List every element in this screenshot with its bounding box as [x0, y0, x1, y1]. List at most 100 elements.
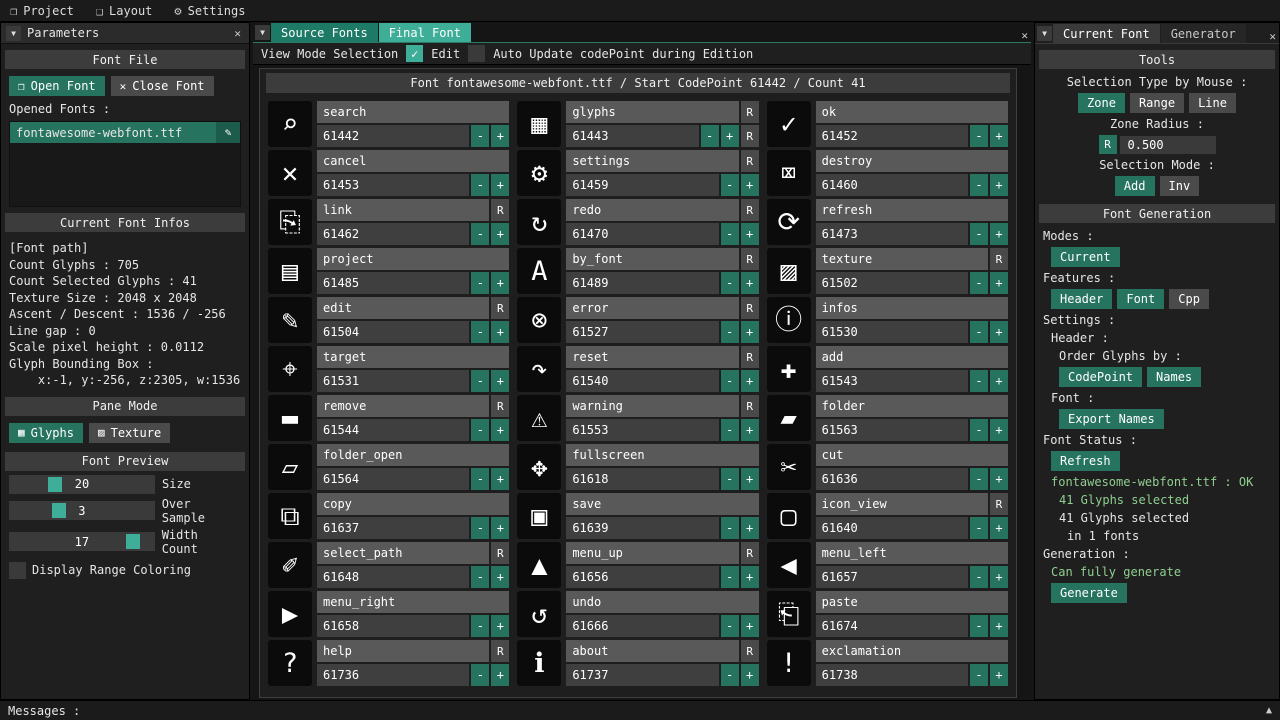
by_font-icon[interactable]: A	[517, 248, 561, 294]
reset-name-button[interactable]: R	[491, 395, 509, 417]
glyph-name-input[interactable]: refresh	[816, 199, 1008, 221]
menu-item-project[interactable]: ❐Project	[10, 4, 74, 18]
reset-name-button[interactable]: R	[491, 640, 509, 662]
reset-codepoint-button[interactable]: R	[741, 125, 759, 147]
glyphs-icon[interactable]: ▦	[517, 101, 561, 147]
decrement-button[interactable]: -	[721, 566, 739, 588]
increment-button[interactable]: +	[491, 615, 509, 637]
glyph-name-input[interactable]: folder	[816, 395, 1008, 417]
close-font-button[interactable]: ✕ Close Font	[111, 76, 214, 96]
decrement-button[interactable]: -	[471, 566, 489, 588]
decrement-button[interactable]: -	[471, 517, 489, 539]
increment-button[interactable]: +	[741, 419, 759, 441]
glyph-name-input[interactable]: search	[317, 101, 509, 123]
glyph-name-input[interactable]: redo	[566, 199, 738, 221]
glyph-name-input[interactable]: infos	[816, 297, 1008, 319]
cut-icon[interactable]: ✂	[767, 444, 811, 490]
glyph-name-input[interactable]: copy	[317, 493, 509, 515]
glyph-codepoint-input[interactable]: 61737	[566, 664, 718, 686]
reset-name-button[interactable]: R	[741, 101, 759, 123]
glyph-codepoint-input[interactable]: 61502	[816, 272, 968, 294]
glyph-codepoint-input[interactable]: 61460	[816, 174, 968, 196]
glyph-codepoint-input[interactable]: 61504	[317, 321, 469, 343]
reset-name-button[interactable]: R	[741, 199, 759, 221]
glyph-name-input[interactable]: icon_view	[816, 493, 988, 515]
increment-button[interactable]: +	[990, 664, 1008, 686]
decrement-button[interactable]: -	[471, 468, 489, 490]
add-button[interactable]: Add	[1115, 176, 1155, 196]
glyph-name-input[interactable]: undo	[566, 591, 758, 613]
glyph-name-input[interactable]: fullscreen	[566, 444, 758, 466]
paste-icon[interactable]: ⎗	[767, 591, 811, 637]
glyph-codepoint-input[interactable]: 61648	[317, 566, 469, 588]
glyph-codepoint-input[interactable]: 61489	[566, 272, 718, 294]
tab-list-arrow-icon[interactable]: ▼	[1037, 26, 1052, 41]
increment-button[interactable]: +	[741, 370, 759, 392]
menu_right-icon[interactable]: ▶	[268, 591, 312, 637]
increment-button[interactable]: +	[491, 566, 509, 588]
undo-icon[interactable]: ↺	[517, 591, 561, 637]
reset-name-button[interactable]: R	[741, 542, 759, 564]
menu_up-icon[interactable]: ▲	[517, 542, 561, 588]
glyph-codepoint-input[interactable]: 61657	[816, 566, 968, 588]
edit-icon[interactable]: ✎	[268, 297, 312, 343]
glyph-name-input[interactable]: by_font	[566, 248, 738, 270]
icon_view-icon[interactable]: ▢	[767, 493, 811, 539]
decrement-button[interactable]: -	[970, 174, 988, 196]
increment-button[interactable]: +	[990, 615, 1008, 637]
glyph-name-input[interactable]: error	[566, 297, 738, 319]
glyph-codepoint-input[interactable]: 61530	[816, 321, 968, 343]
reset-name-button[interactable]: R	[990, 248, 1008, 270]
glyph-codepoint-input[interactable]: 61553	[566, 419, 718, 441]
target-icon[interactable]: ⌖	[268, 346, 312, 392]
reset-name-button[interactable]: R	[491, 297, 509, 319]
decrement-button[interactable]: -	[721, 664, 739, 686]
current-button[interactable]: Current	[1051, 247, 1120, 267]
remove-icon[interactable]: ▬	[268, 395, 312, 441]
texture-icon[interactable]: ▨	[767, 248, 811, 294]
increment-button[interactable]: +	[741, 468, 759, 490]
pane-mode-texture-button[interactable]: ▨Texture	[89, 423, 170, 443]
glyph-name-input[interactable]: select_path	[317, 542, 489, 564]
decrement-button[interactable]: -	[471, 370, 489, 392]
glyph-codepoint-input[interactable]: 61674	[816, 615, 968, 637]
glyph-codepoint-input[interactable]: 61462	[317, 223, 469, 245]
save-icon[interactable]: ▣	[517, 493, 561, 539]
glyph-codepoint-input[interactable]: 61637	[317, 517, 469, 539]
reset-radius-button[interactable]: R	[1099, 135, 1117, 154]
glyph-codepoint-input[interactable]: 61639	[566, 517, 718, 539]
reset-name-button[interactable]: R	[741, 346, 759, 368]
warning-icon[interactable]: ⚠	[517, 395, 561, 441]
decrement-button[interactable]: -	[721, 615, 739, 637]
glyph-name-input[interactable]: link	[317, 199, 489, 221]
decrement-button[interactable]: -	[970, 615, 988, 637]
decrement-button[interactable]: -	[471, 272, 489, 294]
cancel-icon[interactable]: ✕	[268, 150, 312, 196]
glyph-name-input[interactable]: cancel	[317, 150, 509, 172]
zone-button[interactable]: Zone	[1078, 93, 1125, 113]
glyph-codepoint-input[interactable]: 61736	[317, 664, 469, 686]
slider-width-count[interactable]: 17	[9, 532, 155, 551]
export-names-button[interactable]: Export Names	[1059, 409, 1164, 429]
open-font-button[interactable]: ❒ Open Font	[9, 76, 105, 96]
decrement-button[interactable]: -	[721, 272, 739, 294]
glyph-codepoint-input[interactable]: 61531	[317, 370, 469, 392]
increment-button[interactable]: +	[990, 468, 1008, 490]
folder-icon[interactable]: ▰	[767, 395, 811, 441]
glyph-codepoint-input[interactable]: 61473	[816, 223, 968, 245]
decrement-button[interactable]: -	[721, 223, 739, 245]
reset-name-button[interactable]: R	[741, 640, 759, 662]
infos-icon[interactable]: ⓘ	[767, 297, 811, 343]
about-icon[interactable]: ℹ	[517, 640, 561, 686]
decrement-button[interactable]: -	[970, 321, 988, 343]
glyph-name-input[interactable]: paste	[816, 591, 1008, 613]
glyph-name-input[interactable]: texture	[816, 248, 988, 270]
glyph-codepoint-input[interactable]: 61470	[566, 223, 718, 245]
increment-button[interactable]: +	[491, 517, 509, 539]
increment-button[interactable]: +	[990, 566, 1008, 588]
glyph-name-input[interactable]: folder_open	[317, 444, 509, 466]
increment-button[interactable]: +	[990, 321, 1008, 343]
slider-over-sample[interactable]: 3	[9, 501, 155, 520]
decrement-button[interactable]: -	[471, 321, 489, 343]
tab-generator[interactable]: Generator	[1161, 24, 1246, 43]
